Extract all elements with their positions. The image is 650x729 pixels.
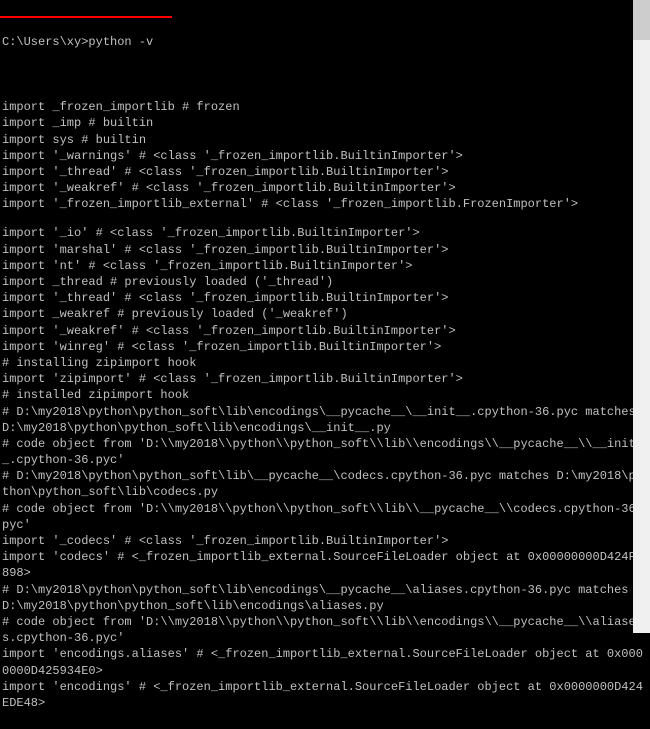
output-line: import _thread # previously loaded ('_th… — [2, 274, 650, 290]
command-prompt: C:\Users\xy>python -v — [2, 34, 650, 50]
output-line: import 'marshal' # <class '_frozen_impor… — [2, 242, 650, 258]
output-line: # D:\my2018\python\python_soft\lib\encod… — [2, 582, 650, 614]
vertical-scrollbar[interactable] — [633, 0, 650, 633]
output-line: import 'nt' # <class '_frozen_importlib.… — [2, 258, 650, 274]
highlight-underline — [0, 16, 172, 18]
output-line: import '_warnings' # <class '_frozen_imp… — [2, 148, 650, 164]
output-line: import 'encodings' # <_frozen_importlib_… — [2, 679, 650, 711]
output-line: # installed zipimport hook — [2, 387, 650, 403]
terminal-output[interactable]: C:\Users\xy>python -v import _frozen_imp… — [0, 0, 650, 729]
output-line: import 'codecs' # <_frozen_importlib_ext… — [2, 549, 650, 581]
output-line: import '_weakref' # <class '_frozen_impo… — [2, 323, 650, 339]
output-lines: import _frozen_importlib # frozenimport … — [2, 99, 650, 711]
scroll-thumb[interactable] — [633, 0, 650, 40]
output-line: import '_io' # <class '_frozen_importlib… — [2, 225, 650, 241]
output-line: import '_frozen_importlib_external' # <c… — [2, 196, 650, 212]
output-line: import _weakref # previously loaded ('_w… — [2, 306, 650, 322]
output-line: # code object from 'D:\\my2018\\python\\… — [2, 501, 650, 533]
output-line: import 'winreg' # <class '_frozen_import… — [2, 339, 650, 355]
output-line: # D:\my2018\python\python_soft\lib\__pyc… — [2, 468, 650, 500]
output-line: import 'zipimport' # <class '_frozen_imp… — [2, 371, 650, 387]
output-line: import '_weakref' # <class '_frozen_impo… — [2, 180, 650, 196]
output-line — [2, 212, 650, 225]
output-line: import '_thread' # <class '_frozen_impor… — [2, 290, 650, 306]
output-line: import _frozen_importlib # frozen — [2, 99, 650, 115]
output-line: # code object from 'D:\\my2018\\python\\… — [2, 436, 650, 468]
output-line: import _imp # builtin — [2, 115, 650, 131]
output-line: import sys # builtin — [2, 132, 650, 148]
output-line: import 'encodings.aliases' # <_frozen_im… — [2, 646, 650, 678]
output-line: # D:\my2018\python\python_soft\lib\encod… — [2, 404, 650, 436]
output-line: # code object from 'D:\\my2018\\python\\… — [2, 614, 650, 646]
output-line: # installing zipimport hook — [2, 355, 650, 371]
output-line: import '_codecs' # <class '_frozen_impor… — [2, 533, 650, 549]
output-line: import '_thread' # <class '_frozen_impor… — [2, 164, 650, 180]
